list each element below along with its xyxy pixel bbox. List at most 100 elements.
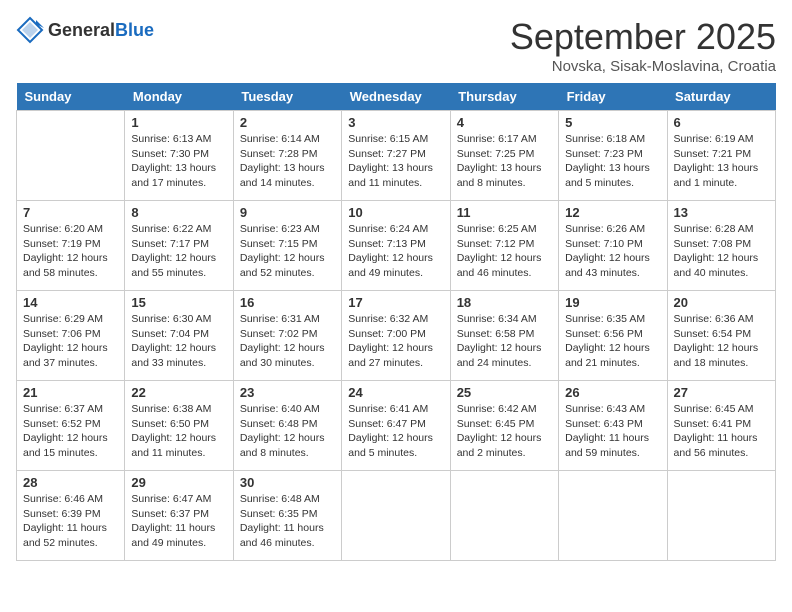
info-line: Sunrise: 6:30 AM	[131, 313, 211, 325]
info-line: Daylight: 12 hours	[23, 342, 108, 354]
date-number: 18	[457, 295, 552, 310]
info-line: Sunrise: 6:18 AM	[565, 133, 645, 145]
info-line: Sunrise: 6:19 AM	[674, 133, 754, 145]
date-number: 23	[240, 385, 335, 400]
info-line: Sunset: 6:35 PM	[240, 508, 318, 520]
info-line: Sunset: 6:45 PM	[457, 418, 535, 430]
cell-info: Sunrise: 6:36 AMSunset: 6:54 PMDaylight:…	[674, 312, 769, 371]
week-row-1: 1Sunrise: 6:13 AMSunset: 7:30 PMDaylight…	[17, 111, 776, 201]
info-line: Sunrise: 6:43 AM	[565, 403, 645, 415]
day-header-monday: Monday	[125, 83, 233, 111]
cell-info: Sunrise: 6:40 AM Sunset: 6:48 PM Daylight:…	[240, 402, 335, 461]
info-line: and 11 minutes.	[131, 447, 205, 459]
info-line: and 59 minutes.	[565, 447, 640, 459]
calendar-cell: 17Sunrise: 6:32 AMSunset: 7:00 PMDayligh…	[342, 291, 450, 381]
info-line: Sunrise: 6:35 AM	[565, 313, 645, 325]
cell-info: Sunrise: 6:23 AMSunset: 7:15 PMDaylight:…	[240, 222, 335, 281]
info-line: and 46 minutes.	[457, 267, 532, 279]
cell-info: Sunrise: 6:30 AMSunset: 7:04 PMDaylight:…	[131, 312, 226, 371]
calendar-cell: 2Sunrise: 6:14 AMSunset: 7:28 PMDaylight…	[233, 111, 341, 201]
date-number: 19	[565, 295, 660, 310]
info-line: and 40 minutes.	[674, 267, 749, 279]
info-line: Sunset: 7:08 PM	[674, 238, 752, 250]
calendar-cell: 24Sunrise: 6:41 AMSunset: 6:47 PMDayligh…	[342, 381, 450, 471]
cell-info: Sunrise: 6:22 AMSunset: 7:17 PMDaylight:…	[131, 222, 226, 281]
calendar-cell: 27Sunrise: 6:45 AMSunset: 6:41 PMDayligh…	[667, 381, 775, 471]
cell-info: Sunrise: 6:37 AMSunset: 6:52 PMDaylight:…	[23, 402, 118, 461]
info-line: Sunrise: 6:42 AM	[457, 403, 537, 415]
date-number: 13	[674, 205, 769, 220]
info-line: Sunset: 7:04 PM	[131, 328, 209, 340]
calendar-cell: 7Sunrise: 6:20 AMSunset: 7:19 PMDaylight…	[17, 201, 125, 291]
day-header-friday: Friday	[559, 83, 667, 111]
date-number: 28	[23, 475, 118, 490]
info-line: Daylight: 13 hours	[457, 162, 542, 174]
date-number: 10	[348, 205, 443, 220]
info-line: Daylight: 12 hours	[23, 252, 108, 264]
week-row-5: 28 Sunrise: 6:46 AMSunset: 6:39 PMDayligh…	[17, 471, 776, 561]
month-title: September 2025	[510, 16, 776, 58]
cell-info: Sunrise: 6:26 AMSunset: 7:10 PMDaylight:…	[565, 222, 660, 281]
calendar-cell	[17, 111, 125, 201]
info-line: Daylight: 12 hours	[674, 252, 759, 264]
info-line: Sunset: 6:56 PM	[565, 328, 643, 340]
date-number: 27	[674, 385, 769, 400]
cell-info: Sunrise: 6:46 AMSunset: 6:39 PMDaylight:…	[23, 492, 118, 551]
calendar-cell	[559, 471, 667, 561]
calendar-cell: 21Sunrise: 6:37 AMSunset: 6:52 PMDayligh…	[17, 381, 125, 471]
info-line: Sunrise: 6:22 AM	[131, 223, 211, 235]
info-line: Sunrise: 6:36 AM	[674, 313, 754, 325]
info-line: Daylight: 12 hours	[240, 432, 325, 444]
info-line: Sunset: 7:10 PM	[565, 238, 643, 250]
info-line: Sunset: 7:30 PM	[131, 148, 209, 160]
info-line: Sunset: 6:41 PM	[674, 418, 752, 430]
location-subtitle: Novska, Sisak-Moslavina, Croatia	[510, 58, 776, 75]
info-line: Daylight: 12 hours	[240, 342, 325, 354]
date-number: 5	[565, 115, 660, 130]
day-header-saturday: Saturday	[667, 83, 775, 111]
info-line: Sunset: 7:21 PM	[674, 148, 752, 160]
calendar-cell: 30Sunrise: 6:48 AMSunset: 6:35 PMDayligh…	[233, 471, 341, 561]
calendar-cell: 1Sunrise: 6:13 AMSunset: 7:30 PMDaylight…	[125, 111, 233, 201]
cell-info: Sunrise: 6:43 AMSunset: 6:43 PMDaylight:…	[565, 402, 660, 461]
day-header-tuesday: Tuesday	[233, 83, 341, 111]
cell-info: Sunrise: 6:34 AMSunset: 6:58 PMDaylight:…	[457, 312, 552, 371]
logo-text-general: General	[48, 20, 115, 41]
info-line: Daylight: 12 hours	[131, 432, 216, 444]
calendar-table: SundayMondayTuesdayWednesdayThursdayFrid…	[16, 83, 776, 561]
date-number: 8	[131, 205, 226, 220]
info-line: and 8 minutes.	[240, 447, 309, 459]
date-number: 17	[348, 295, 443, 310]
cell-info: Sunrise: 6:31 AMSunset: 7:02 PMDaylight:…	[240, 312, 335, 371]
cell-info: Sunrise: 6:35 AMSunset: 6:56 PMDaylight:…	[565, 312, 660, 371]
cell-info: Sunrise: 6:18 AMSunset: 7:23 PMDaylight:…	[565, 132, 660, 191]
date-number: 29	[131, 475, 226, 490]
calendar-cell: 10Sunrise: 6:24 AMSunset: 7:13 PMDayligh…	[342, 201, 450, 291]
info-line: and 14 minutes.	[240, 177, 315, 189]
calendar-cell: 26 Sunrise: 6:43 AMSunset: 6:43 PMDayligh…	[559, 381, 667, 471]
date-number: 24	[348, 385, 443, 400]
info-line: and 1 minute.	[674, 177, 738, 189]
info-line: and 24 minutes.	[457, 357, 532, 369]
info-line: Daylight: 13 hours	[674, 162, 759, 174]
info-line: Sunrise: 6:17 AM	[457, 133, 537, 145]
week-row-2: 7Sunrise: 6:20 AMSunset: 7:19 PMDaylight…	[17, 201, 776, 291]
cell-info: Sunrise: 6:45 AMSunset: 6:41 PMDaylight:…	[674, 402, 769, 461]
info-line: Sunset: 7:28 PM	[240, 148, 318, 160]
calendar-cell: 9Sunrise: 6:23 AMSunset: 7:15 PMDaylight…	[233, 201, 341, 291]
cell-info: Sunrise: 6:28 AMSunset: 7:08 PMDaylight:…	[674, 222, 769, 281]
date-number: 26	[565, 385, 660, 400]
cell-info: Sunrise: 6:19 AM Sunset: 7:21 PM Daylight:…	[674, 132, 769, 191]
page-header: General Blue September 2025 Novska, Sisa…	[16, 16, 776, 75]
info-line: and 21 minutes.	[565, 357, 640, 369]
info-line: and 56 minutes.	[674, 447, 749, 459]
cell-info: Sunrise: 6:48 AMSunset: 6:35 PMDaylight:…	[240, 492, 335, 551]
cell-info: Sunrise: 6:42 AMSunset: 6:45 PMDaylight:…	[457, 402, 552, 461]
info-line: and 37 minutes.	[23, 357, 98, 369]
info-line: Sunset: 6:48 PM	[240, 418, 318, 430]
info-line: and 5 minutes.	[348, 447, 417, 459]
info-line: and 11 minutes.	[348, 177, 422, 189]
info-line: Sunrise: 6:45 AM	[674, 403, 754, 415]
info-line: Sunrise: 6:40 AM	[240, 403, 320, 415]
calendar-cell: 19Sunrise: 6:35 AMSunset: 6:56 PMDayligh…	[559, 291, 667, 381]
